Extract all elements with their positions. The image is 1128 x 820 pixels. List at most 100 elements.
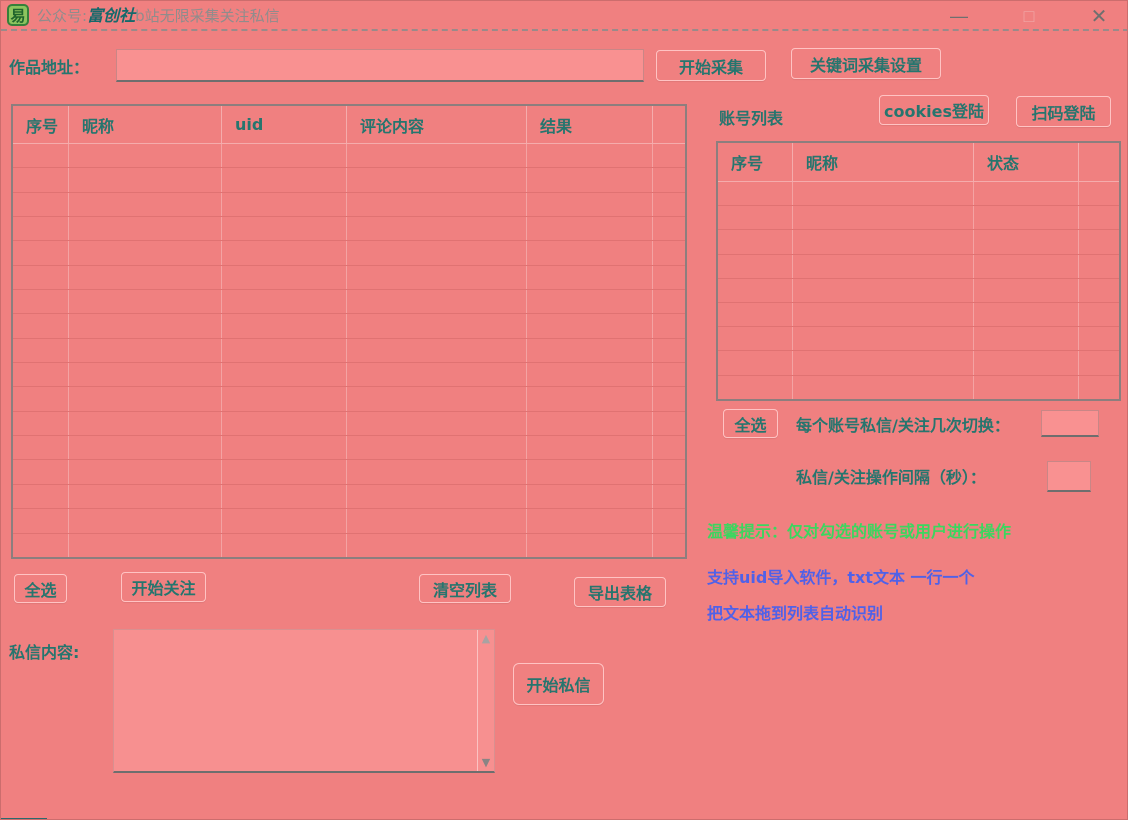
accounts-table: 序号 昵称 状态 — [716, 141, 1121, 401]
start-follow-button[interactable]: 开始关注 — [121, 572, 206, 602]
table-row[interactable] — [13, 436, 685, 460]
keyword-collect-settings-button[interactable]: 关键词采集设置 — [791, 48, 941, 79]
maximize-button[interactable]: □ — [1007, 1, 1051, 31]
start-collect-button[interactable]: 开始采集 — [656, 50, 766, 81]
table-cell — [974, 182, 1079, 205]
table-cell — [222, 217, 347, 240]
dm-scrollbar[interactable]: ▲ ▼ — [477, 630, 494, 771]
table-cell — [653, 412, 685, 435]
minimize-button[interactable]: — — [937, 1, 981, 31]
dm-content-input[interactable] — [114, 630, 477, 771]
table-row[interactable] — [13, 290, 685, 314]
close-button[interactable]: ✕ — [1077, 1, 1121, 31]
column-header-nickname[interactable]: 昵称 — [69, 106, 222, 143]
accounts-table-body[interactable] — [718, 182, 1119, 399]
table-row[interactable] — [13, 168, 685, 192]
column-header-nickname[interactable]: 昵称 — [793, 143, 974, 181]
cookies-login-button[interactable]: cookies登陆 — [879, 95, 989, 125]
clear-list-button[interactable]: 清空列表 — [419, 574, 511, 603]
table-row[interactable] — [13, 266, 685, 290]
column-header-uid[interactable]: uid — [222, 106, 347, 143]
table-row[interactable] — [718, 206, 1119, 230]
table-cell — [1079, 230, 1119, 253]
table-row[interactable] — [718, 182, 1119, 206]
table-cell — [13, 241, 69, 264]
table-cell — [527, 363, 653, 386]
table-row[interactable] — [13, 485, 685, 509]
table-row[interactable] — [718, 327, 1119, 351]
column-header-result[interactable]: 结果 — [527, 106, 653, 143]
table-row[interactable] — [718, 255, 1119, 279]
table-cell — [793, 376, 974, 399]
table-cell — [1079, 351, 1119, 374]
table-cell — [527, 387, 653, 410]
table-cell — [222, 193, 347, 216]
table-cell — [718, 303, 793, 326]
table-cell — [974, 303, 1079, 326]
table-cell — [653, 363, 685, 386]
table-cell — [69, 534, 222, 557]
table-cell — [1079, 303, 1119, 326]
table-cell — [222, 290, 347, 313]
table-cell — [653, 387, 685, 410]
table-row[interactable] — [13, 387, 685, 411]
start-dm-button[interactable]: 开始私信 — [513, 663, 604, 705]
table-cell — [222, 314, 347, 337]
table-cell — [347, 460, 527, 483]
table-cell — [69, 387, 222, 410]
table-cell — [527, 412, 653, 435]
table-cell — [69, 290, 222, 313]
table-cell — [793, 351, 974, 374]
table-row[interactable] — [13, 217, 685, 241]
scroll-down-icon[interactable]: ▼ — [482, 757, 490, 768]
work-url-input[interactable] — [116, 49, 644, 82]
comments-select-all-button[interactable]: 全选 — [14, 574, 67, 603]
interval-input[interactable] — [1047, 461, 1091, 492]
accounts-select-all-button[interactable]: 全选 — [723, 409, 778, 438]
table-cell — [527, 193, 653, 216]
export-table-button[interactable]: 导出表格 — [574, 577, 666, 607]
table-cell — [1079, 255, 1119, 278]
table-row[interactable] — [718, 376, 1119, 400]
table-cell — [13, 217, 69, 240]
comments-table-body[interactable] — [13, 144, 685, 557]
table-row[interactable] — [13, 412, 685, 436]
table-row[interactable] — [718, 279, 1119, 303]
table-row[interactable] — [13, 460, 685, 484]
column-header-index[interactable]: 序号 — [13, 106, 69, 143]
table-cell — [222, 485, 347, 508]
table-row[interactable] — [13, 241, 685, 265]
table-row[interactable] — [718, 230, 1119, 254]
table-cell — [527, 217, 653, 240]
table-cell — [347, 193, 527, 216]
qr-code-login-button[interactable]: 扫码登陆 — [1016, 96, 1111, 127]
table-cell — [222, 460, 347, 483]
table-cell — [347, 217, 527, 240]
scroll-up-icon[interactable]: ▲ — [482, 633, 490, 644]
column-header-index[interactable]: 序号 — [718, 143, 793, 181]
table-row[interactable] — [13, 534, 685, 558]
column-header-comment[interactable]: 评论内容 — [347, 106, 527, 143]
table-row[interactable] — [13, 144, 685, 168]
interval-label: 私信/关注操作间隔（秒）： — [796, 464, 986, 488]
table-cell — [347, 168, 527, 191]
switch-count-input[interactable] — [1041, 410, 1099, 437]
table-cell — [653, 217, 685, 240]
table-cell — [793, 255, 974, 278]
table-cell — [653, 241, 685, 264]
dm-content-label: 私信内容: — [9, 639, 79, 663]
table-row[interactable] — [13, 314, 685, 338]
table-cell — [653, 485, 685, 508]
table-cell — [718, 351, 793, 374]
table-row[interactable] — [13, 509, 685, 533]
table-cell — [974, 279, 1079, 302]
table-cell — [222, 436, 347, 459]
table-row[interactable] — [13, 193, 685, 217]
table-cell — [653, 290, 685, 313]
table-row[interactable] — [718, 303, 1119, 327]
table-cell — [222, 339, 347, 362]
column-header-status[interactable]: 状态 — [974, 143, 1079, 181]
table-row[interactable] — [13, 339, 685, 363]
table-row[interactable] — [718, 351, 1119, 375]
table-row[interactable] — [13, 363, 685, 387]
